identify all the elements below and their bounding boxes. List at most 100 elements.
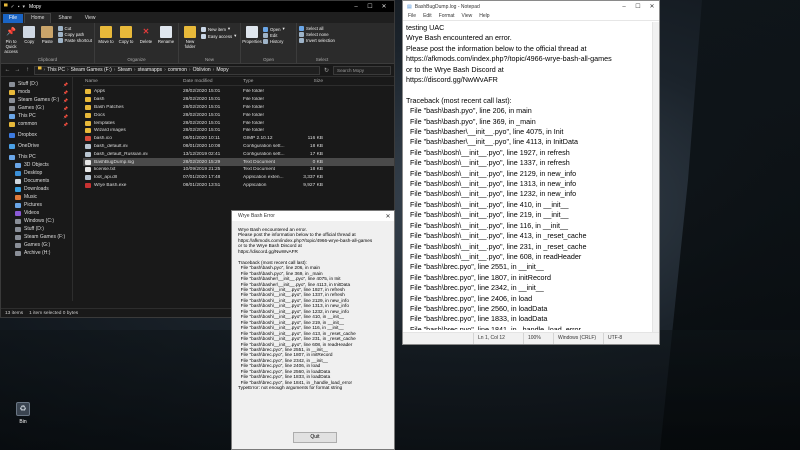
- forward-arrow-icon[interactable]: →: [14, 67, 21, 73]
- sidebar-item[interactable]: mods 📌: [1, 88, 72, 96]
- file-row[interactable]: loot_api.dll 07/01/2020 17:48 Application …: [83, 174, 394, 182]
- sidebar-item[interactable]: Pictures: [1, 201, 72, 209]
- notepad-text-area[interactable]: testing UAC Wrye Bash encountered an erro…: [406, 23, 651, 330]
- tab-view[interactable]: View: [79, 14, 102, 23]
- invert-selection-button[interactable]: Invert selection: [299, 38, 335, 43]
- easy-access-button[interactable]: Easy access ▾: [201, 33, 236, 39]
- sidebar-item[interactable]: Music: [1, 193, 72, 201]
- paste-button[interactable]: Paste: [39, 24, 55, 44]
- file-row[interactable]: Docs 28/02/2020 15:01 File folder: [83, 111, 394, 119]
- edit-button[interactable]: Edit: [263, 33, 285, 38]
- date-column-header[interactable]: Date modified: [183, 79, 243, 84]
- close-button[interactable]: ✕: [377, 2, 391, 12]
- sidebar-item[interactable]: 3D Objects: [1, 161, 72, 169]
- sidebar-item[interactable]: This PC 📌: [1, 112, 72, 120]
- file-row[interactable]: BashBugDump.log 28/02/2020 15:29 Text Docu…: [83, 158, 394, 166]
- file-row[interactable]: license.txt 10/09/2019 21:25 Text Document…: [83, 166, 394, 174]
- sidebar-item[interactable]: Games (G:): [1, 241, 72, 249]
- properties-button[interactable]: Properties: [242, 24, 262, 44]
- tab-share[interactable]: Share: [52, 14, 77, 23]
- breadcrumb-separator-icon[interactable]: ›: [189, 67, 191, 73]
- breadcrumb-separator-icon[interactable]: ›: [164, 67, 166, 73]
- file-row[interactable]: Bash Patches 28/02/2020 15:01 File folder: [83, 104, 394, 112]
- cut-button[interactable]: Cut: [57, 26, 92, 31]
- select-all-button[interactable]: Select all: [299, 26, 335, 31]
- breadcrumb-segment[interactable]: Oblivion: [193, 67, 211, 73]
- tab-file[interactable]: File: [3, 14, 24, 23]
- address-bar[interactable]: ▀ › This PC › Steam Games (F:) › Steam › steama…: [34, 65, 320, 75]
- move-to-button[interactable]: Move to: [97, 24, 115, 44]
- chevron-down-icon[interactable]: ▾: [23, 4, 26, 10]
- menu-file[interactable]: File: [408, 13, 416, 19]
- file-row[interactable]: Wrye Bash.exe 08/01/2020 13:51 Application…: [83, 182, 394, 190]
- sidebar-item[interactable]: Downloads: [1, 185, 72, 193]
- minimize-button[interactable]: –: [349, 2, 363, 12]
- breadcrumb-separator-icon[interactable]: ›: [213, 67, 215, 73]
- file-row[interactable]: Apps 28/02/2020 15:01 File folder: [83, 88, 394, 96]
- search-input[interactable]: Search Mopy: [333, 65, 391, 75]
- breadcrumb-segment[interactable]: steamapps: [138, 67, 162, 73]
- sidebar-item[interactable]: Archive (H:): [1, 249, 72, 257]
- sidebar-item[interactable]: Stuff (D:) 📌: [1, 80, 72, 88]
- sidebar-item[interactable]: Stuff (D:): [1, 225, 72, 233]
- minimize-button[interactable]: –: [617, 2, 631, 12]
- breadcrumb-separator-icon[interactable]: ›: [67, 67, 69, 73]
- history-button[interactable]: History: [263, 39, 285, 44]
- copy-path-button[interactable]: Copy path: [57, 32, 92, 37]
- paste-shortcut-button[interactable]: Paste shortcut: [57, 38, 92, 43]
- file-row[interactable]: templates 28/02/2020 15:01 File folder: [83, 119, 394, 127]
- new-item-button[interactable]: New item ▾: [201, 26, 236, 32]
- name-column-header[interactable]: Name: [83, 79, 183, 84]
- sidebar-item[interactable]: Desktop: [1, 169, 72, 177]
- breadcrumb-segment[interactable]: Steam Games (F:): [71, 67, 112, 73]
- file-row[interactable]: bash.ico 08/01/2020 10:11 GIMP 2.10.12 116 …: [83, 135, 394, 143]
- size-column-header[interactable]: Size: [293, 79, 323, 84]
- breadcrumb-separator-icon[interactable]: ›: [134, 67, 136, 73]
- rename-button[interactable]: Rename: [157, 24, 175, 44]
- select-none-button[interactable]: Select none: [299, 32, 335, 37]
- sidebar-item[interactable]: Documents: [1, 177, 72, 185]
- breadcrumb-separator-icon[interactable]: ›: [114, 67, 116, 73]
- close-icon[interactable]: ✕: [382, 213, 394, 220]
- sidebar-item[interactable]: Windows (C:): [1, 217, 72, 225]
- close-button[interactable]: ✕: [645, 2, 659, 12]
- file-row[interactable]: Wizard images 28/02/2020 15:01 File folder: [83, 127, 394, 135]
- maximize-button[interactable]: ☐: [631, 2, 645, 12]
- sidebar-item[interactable]: common 📌: [1, 120, 72, 128]
- new-folder-button[interactable]: New folder: [181, 24, 199, 49]
- maximize-button[interactable]: ☐: [363, 2, 377, 12]
- menu-view[interactable]: View: [462, 13, 473, 19]
- properties-quick-icon[interactable]: ✓: [11, 4, 15, 10]
- up-arrow-icon[interactable]: ↑: [24, 67, 31, 73]
- breadcrumb-segment[interactable]: Mopy: [216, 67, 228, 73]
- sidebar-item[interactable]: Games (G:) 📌: [1, 104, 72, 112]
- file-row[interactable]: bash 28/02/2020 15:01 File folder: [83, 96, 394, 104]
- back-arrow-icon[interactable]: ←: [4, 67, 11, 73]
- menu-edit[interactable]: Edit: [423, 13, 432, 19]
- breadcrumb-separator-icon[interactable]: ›: [44, 67, 46, 73]
- breadcrumb-segment[interactable]: Steam: [117, 67, 131, 73]
- sidebar-item[interactable]: Steam Games (F:) 📌: [1, 96, 72, 104]
- sidebar-item[interactable]: Steam Games (F:): [1, 233, 72, 241]
- quit-button[interactable]: Quit: [293, 432, 337, 443]
- refresh-icon[interactable]: ↻: [323, 67, 330, 74]
- sidebar-item[interactable]: Dropbox: [1, 131, 72, 139]
- sidebar-item[interactable]: OneDrive: [1, 142, 72, 150]
- menu-help[interactable]: Help: [479, 13, 489, 19]
- file-row[interactable]: bash_default_Russian.ini 13/12/2019 02:41…: [83, 150, 394, 158]
- copy-button[interactable]: Copy: [21, 24, 37, 44]
- type-column-header[interactable]: Type: [243, 79, 293, 84]
- file-row[interactable]: bash_default.ini 08/01/2020 10:08 Configur…: [83, 143, 394, 151]
- sidebar-item[interactable]: This PC: [1, 153, 72, 161]
- tab-home[interactable]: Home: [24, 13, 52, 23]
- recycle-bin-desktop-icon[interactable]: ♻ Bin: [10, 402, 36, 425]
- notepad-vertical-scrollbar[interactable]: [652, 22, 659, 332]
- delete-button[interactable]: ✕ Delete: [137, 24, 155, 44]
- sidebar-item[interactable]: Videos: [1, 209, 72, 217]
- new-folder-quick-icon[interactable]: ▪: [18, 4, 20, 10]
- copy-to-button[interactable]: Copy to: [117, 24, 135, 44]
- menu-format[interactable]: Format: [439, 13, 455, 19]
- open-button[interactable]: Open ▾: [263, 26, 285, 32]
- breadcrumb-segment[interactable]: common: [168, 67, 187, 73]
- breadcrumb-segment[interactable]: This PC: [47, 67, 65, 73]
